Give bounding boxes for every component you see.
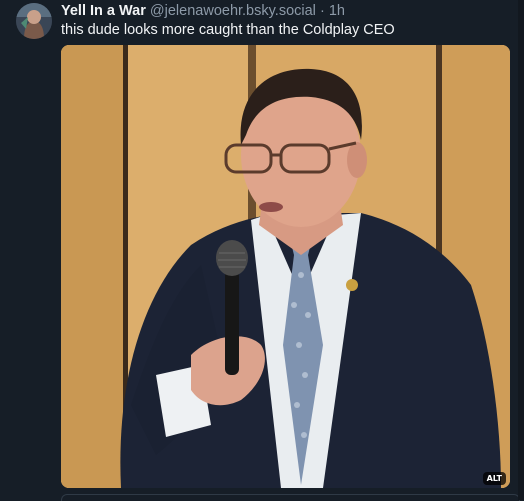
author-name[interactable]: Yell In a War: [61, 3, 146, 19]
feed-post[interactable]: Yell In a War @jelenawoehr.bsky.social ·…: [0, 0, 524, 501]
header-separator: ·: [319, 3, 325, 19]
alt-text-badge[interactable]: ALT: [482, 472, 506, 485]
avatar[interactable]: [16, 3, 52, 39]
post-header: Yell In a War @jelenawoehr.bsky.social ·…: [61, 3, 345, 20]
post-timestamp[interactable]: 1h: [329, 3, 345, 19]
author-handle[interactable]: @jelenawoehr.bsky.social: [150, 3, 316, 19]
photo-man-with-microphone: [61, 45, 510, 488]
avatar-image: [16, 3, 52, 39]
scrollbar-track[interactable]: [518, 0, 524, 500]
post-image[interactable]: ALT: [61, 45, 510, 488]
post-text: this dude looks more caught than the Col…: [61, 22, 395, 38]
